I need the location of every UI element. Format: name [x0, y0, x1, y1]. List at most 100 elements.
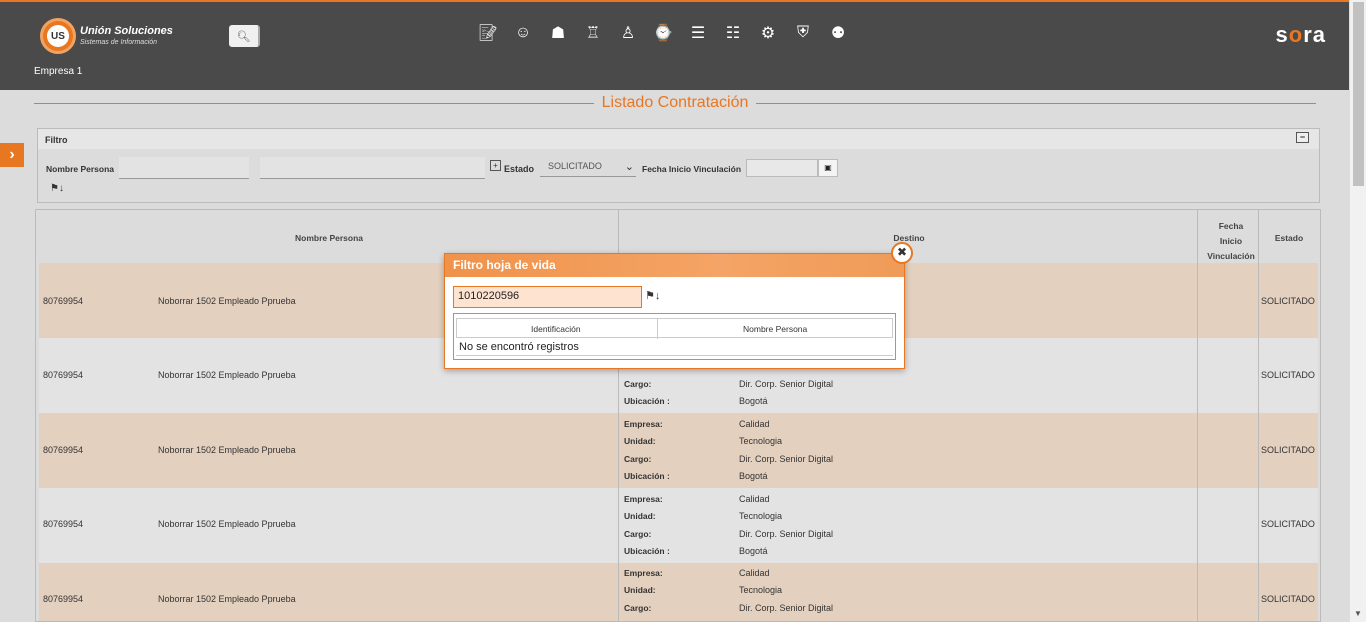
row-estado: SOLICITADO: [1261, 370, 1315, 380]
dialog-title: Filtro hoja de vida: [445, 254, 904, 277]
col-estado[interactable]: Estado: [1261, 233, 1317, 243]
col-fecha-line2: Inicio: [1219, 236, 1243, 246]
sidebar-toggle-button[interactable]: ›: [0, 143, 24, 167]
clear-search-icon[interactable]: ⚑↓: [645, 289, 660, 302]
row-id: 80769954: [43, 594, 84, 604]
person-money-icon[interactable]: ☺: [513, 22, 533, 44]
logo-initials: US: [47, 25, 69, 47]
row-id: 80769954: [43, 519, 84, 529]
col-fecha-line3: Vinculación: [1207, 251, 1255, 261]
estado-select[interactable]: SOLICITADO ⌄: [540, 159, 636, 177]
clear-filter-icon[interactable]: ⚑↓: [50, 183, 64, 194]
nombre-persona-input[interactable]: [119, 157, 249, 179]
logo-mark: US: [40, 18, 76, 54]
sora-brand-logo: sora: [1275, 22, 1326, 47]
results-grid: Identificación Nombre Persona No se enco…: [453, 313, 896, 360]
search-button[interactable]: 🔍︎: [229, 25, 260, 47]
row-name: Noborrar 1502 Empleado Pprueba: [158, 445, 296, 455]
row-ubicacion: Bogotá: [739, 396, 768, 406]
row-ubicacion: Bogotá: [739, 546, 768, 556]
logo-tagline: Sistemas de Información: [80, 39, 158, 46]
row-empresa: Calidad: [739, 568, 770, 578]
nombre-persona-search-input[interactable]: [260, 157, 485, 179]
report-icon[interactable]: ☰: [688, 22, 708, 44]
empresa-label: Empresa:: [624, 419, 663, 429]
col-fecha-inicio[interactable]: Fecha Inicio Vinculación: [1201, 219, 1261, 264]
estado-label: Estado: [504, 164, 535, 174]
row-empresa: Calidad: [739, 419, 770, 429]
shield-check-icon[interactable]: ⛨: [793, 22, 813, 44]
gears-icon[interactable]: ⚙: [758, 22, 778, 44]
col-nombre-persona[interactable]: Nombre Persona: [743, 324, 807, 334]
logo-name: Unión Soluciones: [80, 25, 173, 37]
row-name: Noborrar 1502 Empleado Pprueba: [158, 370, 296, 380]
chevron-down-icon: ⌄: [624, 161, 634, 173]
row-unidad: Tecnologia: [739, 585, 783, 595]
presentation-icon[interactable]: ☷: [723, 22, 743, 44]
hoja-vida-search-input[interactable]: 1010220596: [453, 286, 642, 308]
title-divider-right: [756, 102, 1317, 104]
table-row[interactable]: 80769954 Noborrar 1502 Empleado Pprueba …: [39, 488, 1318, 563]
fecha-inicio-input[interactable]: [746, 159, 818, 177]
row-estado: SOLICITADO: [1261, 519, 1315, 529]
cargo-label: Cargo:: [624, 379, 652, 389]
ubicacion-label: Ubicación :: [624, 396, 670, 406]
row-id: 80769954: [43, 296, 84, 306]
company-name: Empresa 1: [34, 66, 83, 77]
row-estado: SOLICITADO: [1261, 296, 1315, 306]
unidad-label: Unidad:: [624, 436, 656, 446]
ubicacion-label: Ubicación :: [624, 546, 670, 556]
cargo-label: Cargo:: [624, 529, 652, 539]
page-title-row: Listado Contratación: [34, 93, 1317, 113]
column-divider: [1258, 210, 1259, 621]
top-header: US Unión Soluciones Sistemas de Informac…: [0, 0, 1366, 90]
team-icon[interactable]: ⚉: [828, 22, 848, 44]
filter-heading: Filtro: [38, 129, 1319, 149]
filter-panel: Filtro − Nombre Persona + Estado SOLICIT…: [37, 128, 1320, 203]
estado-select-value: SOLICITADO: [548, 161, 602, 171]
row-unidad: Tecnologia: [739, 436, 783, 446]
module-toolbar: 📝︎ ☺ ☗ ♖ ♙ ⌚ ☰ ☷ ⚙ ⛨ ⚉: [478, 22, 848, 44]
row-cargo: Dir. Corp. Senior Digital: [739, 454, 834, 464]
close-icon: ✖: [896, 245, 908, 259]
close-dialog-button[interactable]: ✖: [891, 242, 913, 264]
fecha-inicio-label: Fecha Inicio Vinculación: [642, 164, 742, 174]
row-id: 80769954: [43, 370, 84, 380]
row-ubicacion: Bogotá: [739, 471, 768, 481]
col-identificacion[interactable]: Identificación: [531, 324, 581, 334]
title-divider-left: [34, 102, 594, 104]
empresa-label: Empresa:: [624, 568, 663, 578]
page-scrollbar[interactable]: ▼: [1349, 0, 1366, 622]
table-row[interactable]: 80769954 Noborrar 1502 Empleado Pprueba …: [39, 413, 1318, 488]
empresa-label: Empresa:: [624, 494, 663, 504]
stopwatch-icon[interactable]: ⌚: [653, 22, 673, 44]
gift-icon[interactable]: ☗: [548, 22, 568, 44]
document-edit-icon[interactable]: 📝︎: [478, 22, 498, 44]
row-name: Noborrar 1502 Empleado Pprueba: [158, 296, 296, 306]
row-estado: SOLICITADO: [1261, 594, 1315, 604]
chevron-right-icon: ›: [9, 146, 15, 163]
calendar-icon: ▣: [824, 163, 832, 172]
col-nombre-persona[interactable]: Nombre Persona: [239, 233, 419, 243]
row-cargo: Dir. Corp. Senior Digital: [739, 603, 834, 613]
calendar-button[interactable]: ▣: [818, 159, 838, 177]
collapse-panel-button[interactable]: −: [1296, 132, 1309, 143]
company-logo[interactable]: US Unión Soluciones Sistemas de Informac…: [40, 18, 173, 54]
col-destino[interactable]: Destino: [869, 233, 949, 243]
scroll-down-arrow-icon[interactable]: ▼: [1354, 609, 1362, 618]
results-grid-header: Identificación Nombre Persona: [456, 318, 893, 339]
cargo-label: Cargo:: [624, 454, 652, 464]
unidad-label: Unidad:: [624, 585, 656, 595]
table-row[interactable]: 80769954 Noborrar 1502 Empleado Pprueba …: [39, 563, 1318, 621]
scrollbar-thumb[interactable]: [1353, 2, 1364, 186]
row-name: Noborrar 1502 Empleado Pprueba: [158, 519, 296, 529]
unidad-label: Unidad:: [624, 511, 656, 521]
row-cargo: Dir. Corp. Senior Digital: [739, 529, 834, 539]
row-name: Noborrar 1502 Empleado Pprueba: [158, 594, 296, 604]
row-estado: SOLICITADO: [1261, 445, 1315, 455]
column-divider: [1197, 210, 1198, 621]
grid-divider: [657, 319, 658, 339]
lookup-icon[interactable]: +: [490, 160, 501, 171]
person-card-icon[interactable]: ♙: [618, 22, 638, 44]
org-chart-icon[interactable]: ♖: [583, 22, 603, 44]
